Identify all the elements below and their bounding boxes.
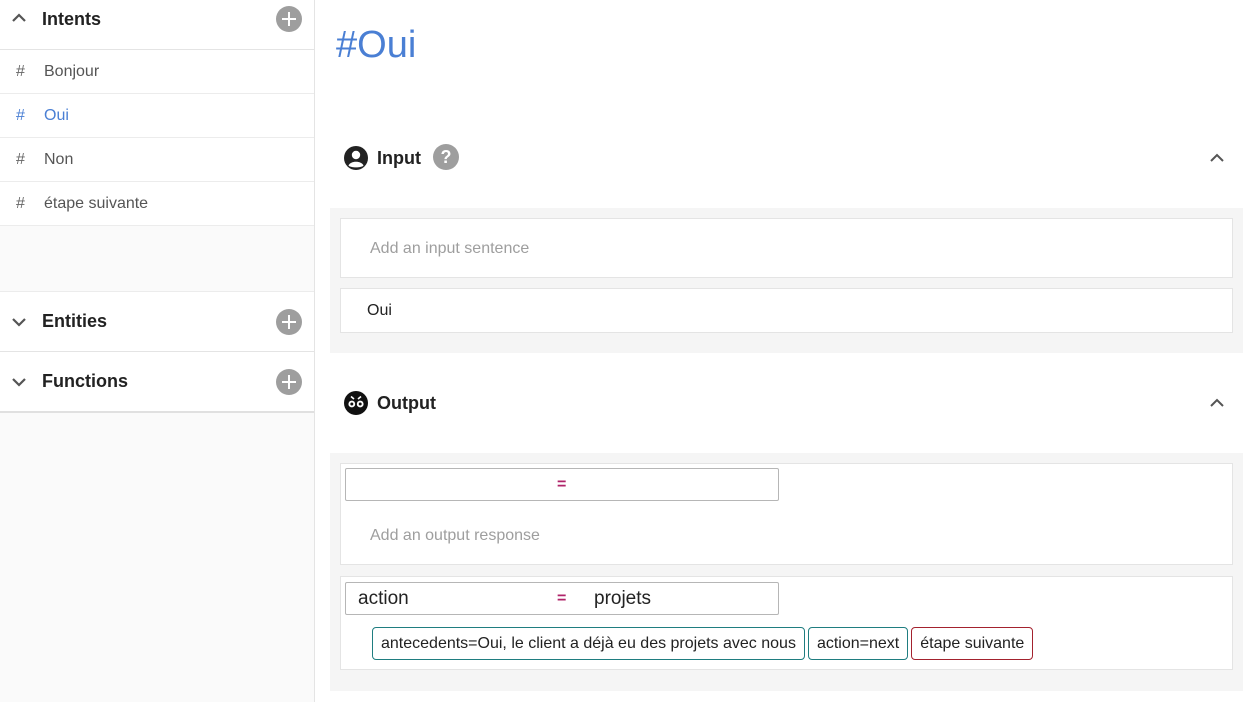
chip-action[interactable]: action=next bbox=[807, 627, 909, 660]
input-sentence-row[interactable]: Oui bbox=[340, 288, 1233, 333]
input-title: Input bbox=[377, 148, 421, 168]
intent-label: Oui bbox=[44, 106, 69, 124]
intent-list: # Bonjour # Oui # Non # étape suivante bbox=[0, 50, 314, 226]
add-function-icon[interactable] bbox=[276, 369, 302, 395]
add-entity-icon[interactable] bbox=[276, 309, 302, 335]
add-output-response-card: = Add an output response bbox=[340, 463, 1233, 565]
equals-sign: = bbox=[557, 476, 567, 493]
sidebar-item-etape-suivante[interactable]: # étape suivante bbox=[0, 182, 314, 226]
sidebar-item-oui[interactable]: # Oui bbox=[0, 94, 314, 138]
new-assignment-input[interactable]: = bbox=[345, 468, 779, 501]
intent-label: Bonjour bbox=[44, 62, 100, 80]
sidebar-item-non[interactable]: # Non bbox=[0, 138, 314, 182]
chevron-down-icon[interactable] bbox=[10, 373, 28, 391]
chip-list: antecedents=Oui, le client a déjà eu des… bbox=[372, 627, 1034, 660]
intent-label: étape suivante bbox=[44, 194, 149, 212]
chevron-up-icon[interactable] bbox=[1208, 394, 1226, 412]
assignment-input[interactable]: action = projets bbox=[345, 582, 779, 615]
intents-title: Intents bbox=[42, 9, 102, 29]
functions-section-header[interactable]: Functions bbox=[0, 352, 314, 413]
output-panel: = Add an output response action = projet… bbox=[330, 453, 1243, 691]
input-panel: Add an input sentence Oui bbox=[330, 208, 1243, 353]
output-section-header: Output bbox=[343, 383, 1238, 423]
output-response-row: action = projets antecedents=Oui, le cli… bbox=[340, 576, 1233, 670]
equals-sign: = bbox=[557, 590, 567, 607]
input-sentence-text: Oui bbox=[367, 302, 392, 319]
intent-label: Non bbox=[44, 150, 74, 168]
assignment-variable: action bbox=[358, 588, 409, 609]
page-title: #Oui bbox=[336, 24, 417, 66]
help-icon[interactable]: ? bbox=[433, 144, 459, 170]
chevron-up-icon[interactable] bbox=[10, 9, 28, 27]
functions-title: Functions bbox=[42, 371, 128, 391]
input-section-header: Input ? bbox=[343, 138, 1238, 178]
output-title: Output bbox=[377, 393, 436, 413]
output-placeholder[interactable]: Add an output response bbox=[370, 527, 540, 545]
add-input-sentence-field[interactable]: Add an input sentence bbox=[340, 218, 1233, 278]
chevron-down-icon[interactable] bbox=[10, 313, 28, 331]
sidebar-item-bonjour[interactable]: # Bonjour bbox=[0, 50, 314, 94]
intents-section-header[interactable]: Intents bbox=[0, 0, 314, 50]
assignment-value: projets bbox=[594, 588, 652, 609]
entities-section-header[interactable]: Entities bbox=[0, 291, 314, 352]
chip-intent-link[interactable]: étape suivante bbox=[911, 627, 1034, 660]
main-content: #Oui Input ? Add an input sentence Oui O… bbox=[315, 0, 1248, 702]
user-icon bbox=[343, 145, 369, 171]
chip-antecedents[interactable]: antecedents=Oui, le client a déjà eu des… bbox=[372, 627, 805, 660]
chevron-up-icon[interactable] bbox=[1208, 149, 1226, 167]
hash-icon: # bbox=[16, 194, 25, 212]
hash-icon: # bbox=[16, 150, 25, 168]
hash-icon: # bbox=[16, 62, 25, 80]
hash-icon: # bbox=[16, 106, 25, 124]
add-intent-icon[interactable] bbox=[276, 6, 302, 32]
robot-icon bbox=[343, 390, 369, 416]
entities-title: Entities bbox=[42, 311, 108, 331]
sidebar: Intents # Bonjour # Oui # Non # étape su… bbox=[0, 0, 315, 702]
input-placeholder: Add an input sentence bbox=[370, 240, 530, 257]
